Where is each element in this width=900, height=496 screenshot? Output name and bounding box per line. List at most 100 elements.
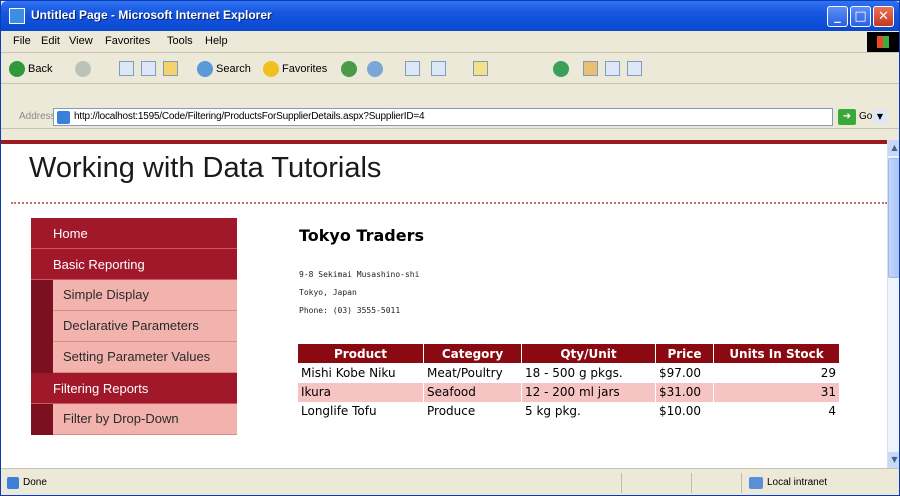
products-table: Product Category Qty/Unit Price Units In… bbox=[297, 343, 840, 421]
cell-qty-unit: 5 kg pkg. bbox=[521, 401, 656, 421]
forward-arrow-icon bbox=[75, 61, 91, 78]
intranet-zone-icon bbox=[749, 477, 763, 489]
nav-filter-by-dropdown[interactable]: Filter by Drop-Down bbox=[53, 404, 237, 435]
vertical-scrollbar[interactable]: ▲ ▼ bbox=[887, 140, 899, 468]
research-icon[interactable] bbox=[583, 61, 598, 76]
discuss-icon[interactable] bbox=[627, 61, 642, 76]
nav-basic-reporting[interactable]: Basic Reporting bbox=[31, 249, 237, 280]
status-divider bbox=[621, 473, 622, 493]
cell-product: Mishi Kobe Niku bbox=[297, 363, 424, 383]
address-url[interactable]: http://localhost:1595/Code/Filtering/Pro… bbox=[74, 111, 425, 122]
mail-icon bbox=[367, 61, 383, 78]
cell-product: Longlife Tofu bbox=[297, 401, 424, 421]
nav-basic-reporting-submenu: Simple Display Declarative Parameters Se… bbox=[31, 280, 237, 373]
supplier-city-country: Tokyo, Japan bbox=[299, 288, 357, 297]
back-arrow-icon bbox=[9, 61, 25, 78]
title-bar[interactable]: Untitled Page - Microsoft Internet Explo… bbox=[1, 1, 899, 31]
scroll-up-icon[interactable]: ▲ bbox=[888, 140, 899, 156]
scroll-down-icon[interactable]: ▼ bbox=[888, 452, 899, 468]
go-button[interactable]: Go bbox=[859, 111, 872, 122]
cell-product: Ikura bbox=[297, 382, 424, 402]
menu-edit[interactable]: Edit bbox=[41, 35, 60, 47]
nav-home[interactable]: Home bbox=[31, 218, 237, 249]
menu-file[interactable]: File bbox=[13, 35, 31, 47]
folder-icon[interactable] bbox=[473, 61, 488, 76]
nav-filtering-submenu: Filter by Drop-Down bbox=[31, 404, 237, 435]
scroll-thumb[interactable] bbox=[888, 158, 899, 278]
table-row: Mishi Kobe Niku Meat/Poultry 18 - 500 g … bbox=[297, 363, 840, 383]
supplier-phone: Phone: (03) 3555-5011 bbox=[299, 306, 401, 315]
page-content: Working with Data Tutorials Home Basic R… bbox=[1, 140, 887, 468]
header-rule bbox=[1, 140, 887, 144]
table-header-row: Product Category Qty/Unit Price Units In… bbox=[297, 343, 840, 364]
home-icon[interactable] bbox=[163, 61, 178, 76]
supplier-address: 9-8 Sekimai Musashino-shi bbox=[299, 270, 420, 279]
cell-price: $10.00 bbox=[655, 401, 714, 421]
status-bar: Done Local intranet bbox=[1, 468, 899, 495]
page-done-icon bbox=[7, 477, 19, 489]
browser-window: Untitled Page - Microsoft Internet Explo… bbox=[0, 0, 900, 496]
minimize-button[interactable]: _ bbox=[827, 6, 848, 27]
messenger-button[interactable] bbox=[553, 60, 572, 78]
ie-icon bbox=[9, 8, 25, 24]
status-divider bbox=[691, 473, 692, 493]
cell-qty-unit: 18 - 500 g pkgs. bbox=[521, 363, 656, 383]
cell-price: $97.00 bbox=[655, 363, 714, 383]
column-header-units-in-stock: Units In Stock bbox=[713, 343, 840, 364]
favorites-label: Favorites bbox=[282, 63, 328, 75]
cell-units-in-stock: 31 bbox=[713, 382, 840, 402]
nav-setting-parameter-values[interactable]: Setting Parameter Values bbox=[53, 342, 237, 373]
cell-category: Produce bbox=[423, 401, 522, 421]
related-icon[interactable] bbox=[605, 61, 620, 76]
history-button[interactable] bbox=[341, 60, 360, 78]
page-icon bbox=[57, 111, 70, 124]
column-header-category: Category bbox=[423, 343, 522, 364]
supplier-name: Tokyo Traders bbox=[299, 226, 424, 245]
menu-help[interactable]: Help bbox=[205, 35, 228, 47]
window-title: Untitled Page - Microsoft Internet Explo… bbox=[31, 8, 272, 22]
back-button[interactable]: Back bbox=[9, 60, 52, 78]
column-header-price: Price bbox=[655, 343, 714, 364]
table-row: Longlife Tofu Produce 5 kg pkg. $10.00 4 bbox=[297, 401, 840, 421]
site-title: Working with Data Tutorials bbox=[29, 152, 382, 184]
address-dropdown-icon[interactable]: ▼ bbox=[873, 110, 887, 124]
header-divider bbox=[11, 202, 887, 204]
address-label: Address bbox=[19, 111, 56, 122]
status-divider bbox=[741, 473, 742, 493]
cell-price: $31.00 bbox=[655, 382, 714, 402]
nav-simple-display[interactable]: Simple Display bbox=[53, 280, 237, 311]
cell-units-in-stock: 29 bbox=[713, 363, 840, 383]
close-button[interactable]: ✕ bbox=[873, 6, 894, 27]
menu-tools[interactable]: Tools bbox=[167, 35, 193, 47]
column-header-product: Product bbox=[297, 343, 424, 364]
search-label: Search bbox=[216, 63, 251, 75]
nav-filtering-reports[interactable]: Filtering Reports bbox=[31, 373, 237, 404]
cell-units-in-stock: 4 bbox=[713, 401, 840, 421]
messenger-icon bbox=[553, 61, 569, 78]
stop-icon[interactable] bbox=[119, 61, 134, 76]
address-field[interactable]: http://localhost:1595/Code/Filtering/Pro… bbox=[53, 108, 887, 126]
print-icon[interactable] bbox=[405, 61, 420, 76]
go-arrow-icon[interactable]: ➜ bbox=[838, 109, 856, 125]
menu-bar: File Edit View Favorites Tools Help bbox=[1, 31, 899, 53]
forward-button[interactable] bbox=[75, 60, 94, 78]
menu-favorites[interactable]: Favorites bbox=[105, 35, 150, 47]
column-header-qty-unit: Qty/Unit bbox=[521, 343, 656, 364]
status-text: Done bbox=[23, 477, 47, 488]
mail-button[interactable] bbox=[367, 60, 386, 78]
cell-category: Seafood bbox=[423, 382, 522, 402]
back-label: Back bbox=[28, 63, 53, 75]
search-icon bbox=[197, 61, 213, 78]
edit-icon[interactable] bbox=[431, 61, 446, 76]
favorites-button[interactable]: Favorites bbox=[263, 60, 327, 78]
address-bar: Address http://localhost:1595/Code/Filte… bbox=[1, 105, 899, 129]
windows-logo-icon bbox=[867, 32, 899, 52]
cell-qty-unit: 12 - 200 ml jars bbox=[521, 382, 656, 402]
nav-declarative-parameters[interactable]: Declarative Parameters bbox=[53, 311, 237, 342]
maximize-button[interactable]: □ bbox=[850, 6, 871, 27]
search-button[interactable]: Search bbox=[197, 60, 251, 78]
sidebar-nav: Home Basic Reporting Simple Display Decl… bbox=[31, 218, 237, 435]
menu-view[interactable]: View bbox=[69, 35, 93, 47]
history-icon bbox=[341, 61, 357, 78]
refresh-icon[interactable] bbox=[141, 61, 156, 76]
